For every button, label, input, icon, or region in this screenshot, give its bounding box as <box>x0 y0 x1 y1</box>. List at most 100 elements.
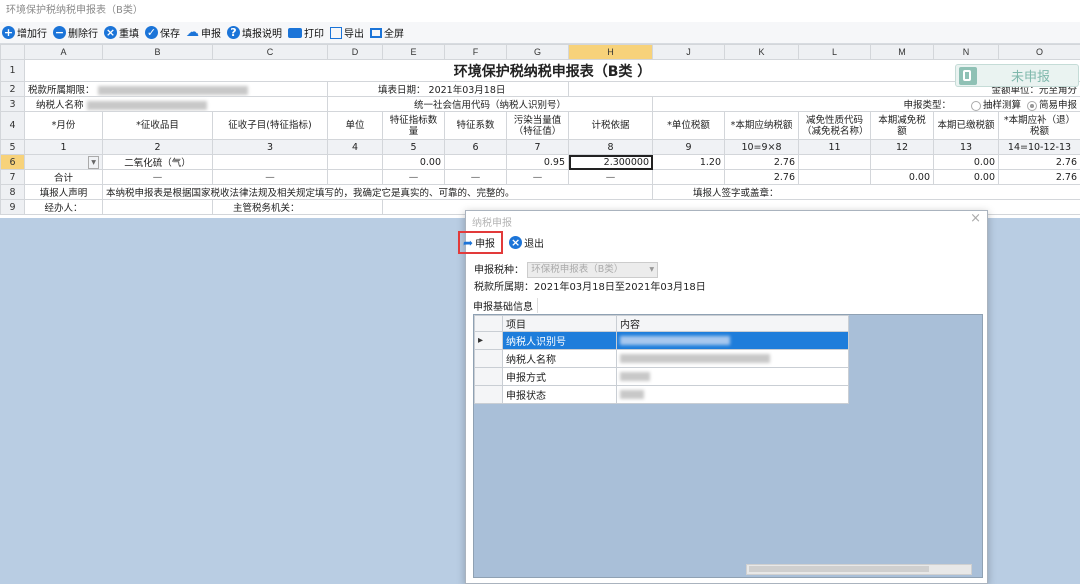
table-row[interactable]: 纳税人名称 <box>475 350 849 368</box>
header-month: *月份 <box>25 112 103 140</box>
index-cell: 14=10-12-13 <box>999 140 1080 155</box>
delete-row-button[interactable]: −删除行 <box>53 23 98 43</box>
tax-type-select[interactable]: 环保税申报表（B类） <box>527 262 658 278</box>
export-button[interactable]: 导出 <box>330 23 364 43</box>
total-paid: 0.00 <box>934 170 999 185</box>
col-header[interactable]: O <box>999 45 1080 60</box>
row-header[interactable]: 6 <box>1 155 25 170</box>
pollutant-cell[interactable]: 0.95 <box>507 155 569 170</box>
col-header[interactable]: D <box>328 45 383 60</box>
row-header[interactable]: 9 <box>1 200 25 215</box>
statement-text: 本纳税申报表是根据国家税收法律法规及相关规定填写的，我确定它是真实的、可靠的、完… <box>103 185 653 200</box>
col-header[interactable]: L <box>799 45 871 60</box>
declare-type-cell: 申报类型：抽样测算简易申报 <box>653 97 1080 112</box>
header-item: *征收品目 <box>103 112 213 140</box>
dialog-declare-button[interactable]: ➦申报 <box>464 231 503 253</box>
col-header[interactable]: G <box>507 45 569 60</box>
unit-tax-cell[interactable]: 1.20 <box>653 155 725 170</box>
declare-highlight: ➦申报 <box>458 231 503 254</box>
total-row: 7 合计 — — — — — — 2.76 0.00 0.00 2.76 <box>1 170 1080 185</box>
header-unit: 单位 <box>328 112 383 140</box>
minus-icon: − <box>53 26 66 39</box>
col-header[interactable]: F <box>445 45 507 60</box>
col-header[interactable]: N <box>934 45 999 60</box>
total-balance: 2.76 <box>999 170 1080 185</box>
question-icon: ? <box>227 26 240 39</box>
declare-toolbar-button[interactable]: ☁申报 <box>186 23 221 43</box>
status-badge: 未申报 <box>955 64 1079 87</box>
reduction-code-cell[interactable] <box>799 155 871 170</box>
scrollbar-thumb[interactable] <box>749 566 929 572</box>
row-header[interactable]: 7 <box>1 170 25 185</box>
header-balance: *本期应补（退）税额 <box>999 112 1080 140</box>
header-reduced: 本期减免税额 <box>871 112 934 140</box>
print-button[interactable]: 打印 <box>288 23 324 43</box>
col-header[interactable]: E <box>383 45 445 60</box>
fullscreen-icon <box>370 28 382 38</box>
plus-icon: + <box>2 26 15 39</box>
refill-button[interactable]: ×重填 <box>104 23 139 43</box>
document-icon <box>959 67 977 85</box>
toolbar: +增加行 −删除行 ×重填 ✓保存 ☁申报 ?填报说明 打印 导出 全屏 <box>0 22 1080 44</box>
index-cell: 5 <box>383 140 445 155</box>
table-row[interactable]: 申报方式 <box>475 368 849 386</box>
index-cell: 3 <box>213 140 328 155</box>
info-table: 项目 内容 ▸ 纳税人识别号 纳税人名称 申报方式 申报状态 <box>474 315 849 404</box>
unit-cell[interactable] <box>328 155 383 170</box>
row-header[interactable]: 5 <box>1 140 25 155</box>
total-reduced: 0.00 <box>871 170 934 185</box>
close-icon: × <box>509 236 522 249</box>
col-header[interactable]: M <box>871 45 934 60</box>
col-header[interactable]: J <box>653 45 725 60</box>
close-icon[interactable]: × <box>970 211 981 226</box>
printer-icon <box>288 28 302 38</box>
tab-basic-info[interactable]: 申报基础信息 <box>473 298 538 313</box>
help-button[interactable]: ?填报说明 <box>227 23 282 43</box>
tax-type-row: 申报税种： 环保税申报表（B类） <box>474 261 658 278</box>
total-label: 合计 <box>25 170 103 185</box>
index-cell: 11 <box>799 140 871 155</box>
col-header[interactable]: B <box>103 45 213 60</box>
forward-arrow-icon: ➦ <box>463 236 473 250</box>
header-reduction-code: 减免性质代码（减免税名称） <box>799 112 871 140</box>
save-button[interactable]: ✓保存 <box>145 23 180 43</box>
col-header[interactable]: C <box>213 45 328 60</box>
col-header[interactable]: H <box>569 45 653 60</box>
coefficient-cell[interactable] <box>445 155 507 170</box>
month-dropdown[interactable]: ▾ <box>25 155 103 170</box>
table-row[interactable]: ▸ 纳税人识别号 <box>475 332 849 350</box>
header-subitem: 征收子目(特征指标) <box>213 112 328 140</box>
item-cell[interactable]: 二氧化硫（气） <box>103 155 213 170</box>
declaration-table: A B C D E F G H J K L M N O 1 环境保护税纳税申报表… <box>0 44 1080 215</box>
paid-cell[interactable]: 0.00 <box>934 155 999 170</box>
header-basis: 计税依据 <box>569 112 653 140</box>
reduced-cell[interactable] <box>871 155 934 170</box>
dialog-exit-button[interactable]: ×退出 <box>509 231 544 253</box>
declare-dialog: 纳税申报 × ➦申报 ×退出 申报税种： 环保税申报表（B类） 税款所属期：20… <box>465 210 988 584</box>
balance-cell[interactable]: 2.76 <box>999 155 1080 170</box>
add-row-button[interactable]: +增加行 <box>2 23 47 43</box>
radio-simple[interactable] <box>1027 101 1037 111</box>
col-header[interactable]: A <box>25 45 103 60</box>
index-cell: 1 <box>25 140 103 155</box>
subitem-cell[interactable] <box>213 155 328 170</box>
radio-sampling[interactable] <box>971 101 981 111</box>
table-row[interactable]: 申报状态 <box>475 386 849 404</box>
header-coefficient: 特征系数 <box>445 112 507 140</box>
horizontal-scrollbar[interactable] <box>746 564 972 575</box>
payable-cell[interactable]: 2.76 <box>725 155 799 170</box>
header-payable: *本期应纳税额 <box>725 112 799 140</box>
index-cell: 12 <box>871 140 934 155</box>
qty-cell[interactable]: 0.00 <box>383 155 445 170</box>
row-header[interactable]: 8 <box>1 185 25 200</box>
row-header[interactable]: 1 <box>1 60 25 82</box>
fullscreen-button[interactable]: 全屏 <box>370 23 404 43</box>
basis-cell[interactable]: 2.300000 <box>569 155 653 170</box>
row-header[interactable]: 3 <box>1 97 25 112</box>
handler-label: 经办人： <box>25 200 103 215</box>
col-header[interactable]: K <box>725 45 799 60</box>
period-cell: 税款所属期限： <box>25 82 328 97</box>
row-header[interactable]: 4 <box>1 112 25 140</box>
spreadsheet: A B C D E F G H J K L M N O 1 环境保护税纳税申报表… <box>0 44 1080 218</box>
row-header[interactable]: 2 <box>1 82 25 97</box>
